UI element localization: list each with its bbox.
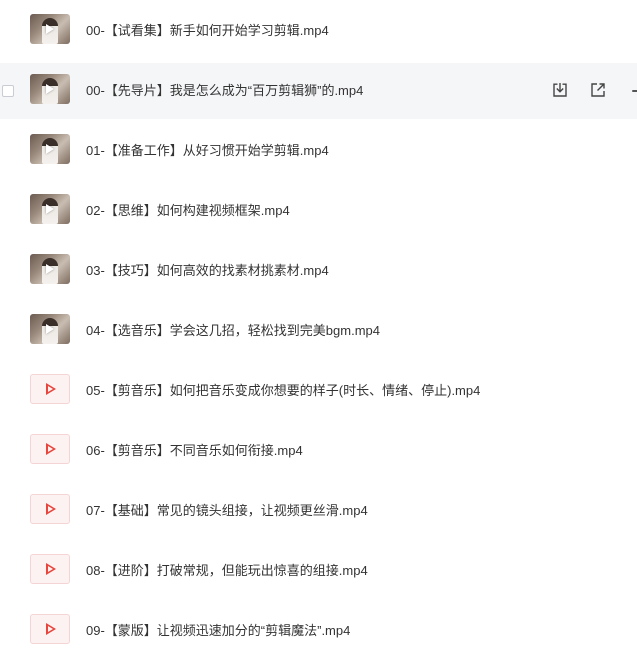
play-icon [46,324,54,334]
video-thumbnail[interactable] [30,314,70,344]
play-icon [46,84,54,94]
video-thumbnail[interactable] [30,14,70,44]
video-thumbnail[interactable] [30,194,70,224]
file-name[interactable]: 02-【思维】如何构建视频框架.mp4 [86,201,290,221]
video-thumbnail[interactable] [30,134,70,164]
more-icon[interactable] [632,90,637,92]
file-row[interactable]: 08-【进阶】打破常规，但能玩出惊喜的组接.mp4 [0,543,637,599]
file-row[interactable]: 07-【基础】常见的镜头组接，让视频更丝滑.mp4 [0,483,637,539]
file-list: 00-【试看集】新手如何开始学习剪辑.mp4 00-【先导片】我是怎么成为“百万… [0,0,637,667]
file-name[interactable]: 03-【技巧】如何高效的找素材挑素材.mp4 [86,261,329,281]
file-name[interactable]: 06-【剪音乐】不同音乐如何衔接.mp4 [86,441,303,461]
file-row[interactable]: 03-【技巧】如何高效的找素材挑素材.mp4 [0,243,637,299]
file-row[interactable]: 05-【剪音乐】如何把音乐变成你想要的样子(时长、情绪、停止).mp4 [0,363,637,419]
file-name[interactable]: 04-【选音乐】学会这几招，轻松找到完美bgm.mp4 [86,321,380,341]
play-icon [46,623,56,635]
play-icon [46,503,56,515]
file-row[interactable]: 04-【选音乐】学会这几招，轻松找到完美bgm.mp4 [0,303,637,359]
file-name[interactable]: 00-【先导片】我是怎么成为“百万剪辑狮”的.mp4 [86,81,363,101]
video-thumbnail[interactable] [30,254,70,284]
video-file-icon[interactable] [30,614,70,644]
play-icon [46,204,54,214]
row-actions [551,81,607,99]
play-icon [46,24,54,34]
download-icon[interactable] [551,81,569,99]
file-row[interactable]: 01-【准备工作】从好习惯开始学剪辑.mp4 [0,123,637,179]
play-icon [46,144,54,154]
row-checkbox[interactable] [2,85,14,97]
video-file-icon[interactable] [30,554,70,584]
video-file-icon[interactable] [30,494,70,524]
file-name[interactable]: 00-【试看集】新手如何开始学习剪辑.mp4 [86,21,329,41]
play-icon [46,383,56,395]
file-row[interactable]: 06-【剪音乐】不同音乐如何衔接.mp4 [0,423,637,479]
play-icon [46,443,56,455]
play-icon [46,563,56,575]
file-name[interactable]: 01-【准备工作】从好习惯开始学剪辑.mp4 [86,141,329,161]
file-row[interactable]: 00-【试看集】新手如何开始学习剪辑.mp4 [0,3,637,59]
file-row[interactable]: 09-【蒙版】让视频迅速加分的“剪辑魔法”.mp4 [0,603,637,659]
file-name[interactable]: 09-【蒙版】让视频迅速加分的“剪辑魔法”.mp4 [86,621,350,641]
video-file-icon[interactable] [30,374,70,404]
file-name[interactable]: 07-【基础】常见的镜头组接，让视频更丝滑.mp4 [86,501,368,521]
video-thumbnail[interactable] [30,74,70,104]
video-file-icon[interactable] [30,434,70,464]
file-row[interactable]: 00-【先导片】我是怎么成为“百万剪辑狮”的.mp4 [0,63,637,119]
share-icon[interactable] [589,81,607,99]
play-icon [46,264,54,274]
file-name[interactable]: 08-【进阶】打破常规，但能玩出惊喜的组接.mp4 [86,561,368,581]
file-row[interactable]: 02-【思维】如何构建视频框架.mp4 [0,183,637,239]
file-name[interactable]: 05-【剪音乐】如何把音乐变成你想要的样子(时长、情绪、停止).mp4 [86,381,480,401]
